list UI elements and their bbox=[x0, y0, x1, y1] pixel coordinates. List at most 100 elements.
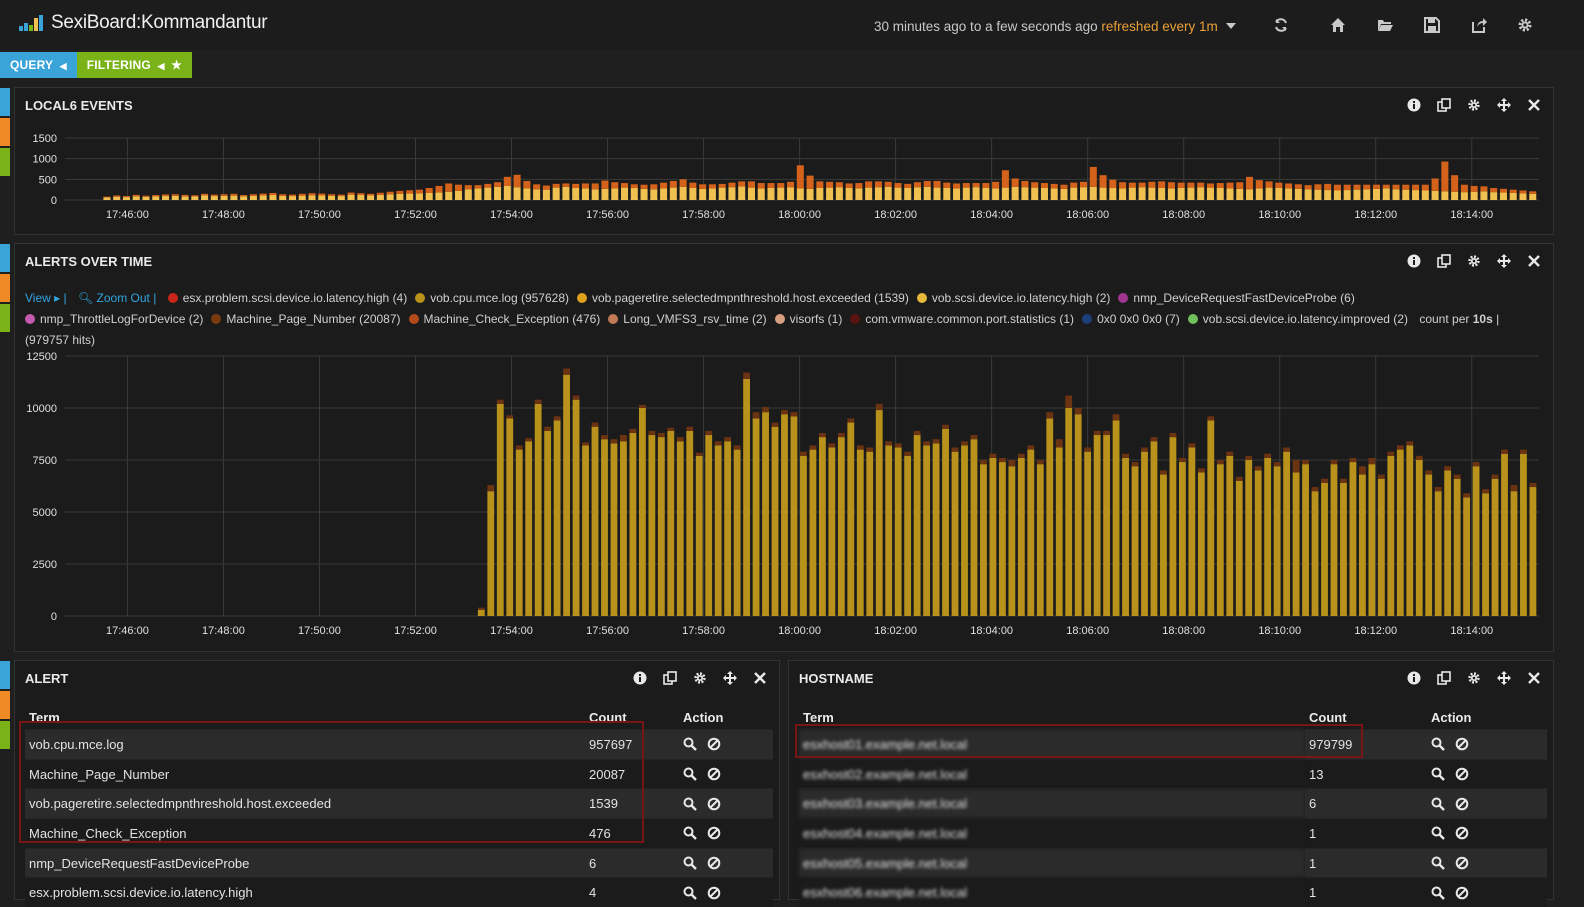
search-icon[interactable] bbox=[1431, 797, 1445, 811]
table-row[interactable]: esxhost04.example.net.local 1 bbox=[799, 818, 1547, 849]
table-row[interactable]: vob.pageretire.selectedmpnthreshold.host… bbox=[25, 788, 773, 819]
caret-down-icon[interactable] bbox=[1225, 22, 1236, 30]
table-row[interactable]: esxhost06.example.net.local 1 bbox=[799, 877, 1547, 907]
table-row[interactable]: esxhost03.example.net.local 6 bbox=[799, 788, 1547, 819]
ban-icon[interactable] bbox=[707, 856, 721, 870]
search-icon[interactable] bbox=[683, 856, 697, 870]
home-icon[interactable] bbox=[1330, 17, 1346, 33]
gear-icon[interactable] bbox=[1467, 254, 1483, 270]
refresh-icon[interactable] bbox=[1273, 17, 1289, 33]
legend-item[interactable]: vob.cpu.mce.log (957628) bbox=[415, 288, 569, 309]
gear-icon[interactable] bbox=[1517, 17, 1533, 33]
legend-item[interactable]: vob.scsi.device.io.latency.improved (2) bbox=[1187, 309, 1408, 330]
count-column-header[interactable]: Count bbox=[1305, 705, 1427, 730]
search-icon[interactable] bbox=[683, 737, 697, 752]
refresh-interval[interactable]: refreshed every 1m bbox=[1101, 19, 1217, 34]
alerts-over-time-chart[interactable]: 0 2500 5000 7500 10000 12500 17:46:00 17:48:00 1… bbox=[19, 348, 1549, 648]
legend-item[interactable]: 0x0 0x0 0x0 (7) bbox=[1082, 309, 1180, 330]
save-icon[interactable] bbox=[1424, 17, 1440, 33]
ban-icon[interactable] bbox=[1455, 767, 1469, 781]
table-row[interactable]: esxhost02.example.net.local 13 bbox=[799, 758, 1547, 789]
gear-icon[interactable] bbox=[1467, 98, 1483, 114]
search-icon[interactable] bbox=[1431, 886, 1445, 900]
filtering-pill[interactable]: FILTERING ◀ ★ bbox=[76, 52, 193, 78]
zoom-out-button[interactable]: 🔍︎ Zoom Out | bbox=[78, 288, 156, 309]
duplicate-icon[interactable] bbox=[1437, 254, 1453, 270]
info-icon[interactable] bbox=[1407, 254, 1423, 270]
legend-item[interactable]: Machine_Check_Exception (476) bbox=[408, 309, 600, 330]
hostname-cell[interactable]: esxhost06.example.net.local bbox=[799, 877, 1305, 907]
view-toggle[interactable]: View ▸ | bbox=[25, 288, 67, 309]
ban-icon[interactable] bbox=[1455, 886, 1469, 900]
move-icon[interactable] bbox=[1497, 98, 1513, 114]
table-row[interactable]: Machine_Page_Number 20087 bbox=[25, 758, 773, 789]
term-cell[interactable]: esx.problem.scsi.device.io.latency.high bbox=[25, 877, 585, 907]
legend-item[interactable]: esx.problem.scsi.device.io.latency.high … bbox=[167, 288, 407, 309]
search-icon[interactable] bbox=[1431, 767, 1445, 781]
ban-icon[interactable] bbox=[707, 737, 721, 751]
search-icon[interactable] bbox=[1431, 826, 1445, 841]
gear-icon[interactable] bbox=[1467, 671, 1483, 687]
time-picker[interactable]: 30 minutes ago to a few seconds ago refr… bbox=[874, 19, 1236, 34]
move-icon[interactable] bbox=[1497, 254, 1513, 270]
legend-item[interactable]: nmp_DeviceRequestFastDeviceProbe (6) bbox=[1118, 288, 1355, 309]
ban-icon[interactable] bbox=[1455, 737, 1469, 751]
ban-icon[interactable] bbox=[1455, 797, 1469, 811]
brand[interactable]: SexiBoard:Kommandantur bbox=[19, 12, 268, 34]
search-icon[interactable] bbox=[683, 797, 697, 811]
ban-icon[interactable] bbox=[707, 797, 721, 811]
info-icon[interactable] bbox=[1407, 671, 1423, 687]
move-icon[interactable] bbox=[723, 671, 739, 687]
search-icon[interactable] bbox=[1431, 856, 1445, 870]
ban-icon[interactable] bbox=[707, 886, 721, 900]
close-icon[interactable] bbox=[1527, 98, 1543, 114]
legend-item[interactable]: vob.scsi.device.io.latency.high (2) bbox=[916, 288, 1110, 309]
ban-icon[interactable] bbox=[707, 826, 721, 840]
term-column-header[interactable]: Term bbox=[799, 705, 1305, 730]
close-icon[interactable] bbox=[753, 671, 769, 687]
legend-item[interactable]: Long_VMFS3_rsv_time (2) bbox=[608, 309, 767, 330]
table-row[interactable]: Machine_Check_Exception 476 bbox=[25, 818, 773, 849]
term-cell[interactable]: Machine_Check_Exception bbox=[25, 818, 585, 849]
term-cell[interactable]: nmp_DeviceRequestFastDeviceProbe bbox=[25, 847, 585, 878]
info-icon[interactable] bbox=[633, 671, 649, 687]
search-icon[interactable] bbox=[683, 767, 697, 781]
table-row[interactable]: vob.cpu.mce.log 957697 bbox=[25, 729, 773, 760]
hostname-cell[interactable]: esxhost02.example.net.local bbox=[799, 758, 1305, 789]
table-row[interactable]: esx.problem.scsi.device.io.latency.high 4 bbox=[25, 877, 773, 907]
search-icon[interactable] bbox=[683, 886, 697, 900]
move-icon[interactable] bbox=[1497, 671, 1513, 687]
legend-item[interactable]: nmp_ThrottleLogForDevice (2) bbox=[25, 309, 203, 330]
term-cell[interactable]: vob.cpu.mce.log bbox=[25, 729, 585, 760]
ban-icon[interactable] bbox=[707, 767, 721, 781]
term-column-header[interactable]: Term bbox=[25, 705, 585, 730]
legend-item[interactable]: vob.pageretire.selectedmpnthreshold.host… bbox=[576, 288, 909, 309]
close-icon[interactable] bbox=[1527, 671, 1543, 687]
legend-item[interactable]: com.vmware.common.port.statistics (1) bbox=[850, 309, 1074, 330]
table-row[interactable]: nmp_DeviceRequestFastDeviceProbe 6 bbox=[25, 847, 773, 878]
hostname-cell[interactable]: esxhost04.example.net.local bbox=[799, 818, 1305, 849]
query-pill[interactable]: QUERY ◀ bbox=[0, 52, 77, 78]
ban-icon[interactable] bbox=[1455, 826, 1469, 840]
folder-open-icon[interactable] bbox=[1377, 17, 1393, 33]
ban-icon[interactable] bbox=[1455, 856, 1469, 870]
gear-icon[interactable] bbox=[693, 671, 709, 687]
share-icon[interactable] bbox=[1471, 17, 1487, 33]
term-cell[interactable]: Machine_Page_Number bbox=[25, 758, 585, 789]
term-cell[interactable]: vob.pageretire.selectedmpnthreshold.host… bbox=[25, 788, 585, 819]
duplicate-icon[interactable] bbox=[663, 671, 679, 687]
table-row[interactable]: esxhost05.example.net.local 1 bbox=[799, 847, 1547, 878]
hostname-cell[interactable]: esxhost01.example.net.local bbox=[799, 729, 1305, 760]
table-row[interactable]: esxhost01.example.net.local 979799 bbox=[799, 729, 1547, 760]
local6-events-chart[interactable]: 0 500 1000 1500 17:46:00 17:48:00 17:50:00 17:5… bbox=[19, 124, 1549, 232]
info-icon[interactable] bbox=[1407, 98, 1423, 114]
count-column-header[interactable]: Count bbox=[585, 705, 679, 730]
legend-item[interactable]: visorfs (1) bbox=[774, 309, 842, 330]
search-icon[interactable] bbox=[1431, 737, 1445, 752]
hostname-cell[interactable]: esxhost03.example.net.local bbox=[799, 788, 1305, 819]
search-icon[interactable] bbox=[683, 826, 697, 841]
duplicate-icon[interactable] bbox=[1437, 98, 1453, 114]
hostname-cell[interactable]: esxhost05.example.net.local bbox=[799, 847, 1305, 878]
legend-item[interactable]: Machine_Page_Number (20087) bbox=[211, 309, 401, 330]
duplicate-icon[interactable] bbox=[1437, 671, 1453, 687]
